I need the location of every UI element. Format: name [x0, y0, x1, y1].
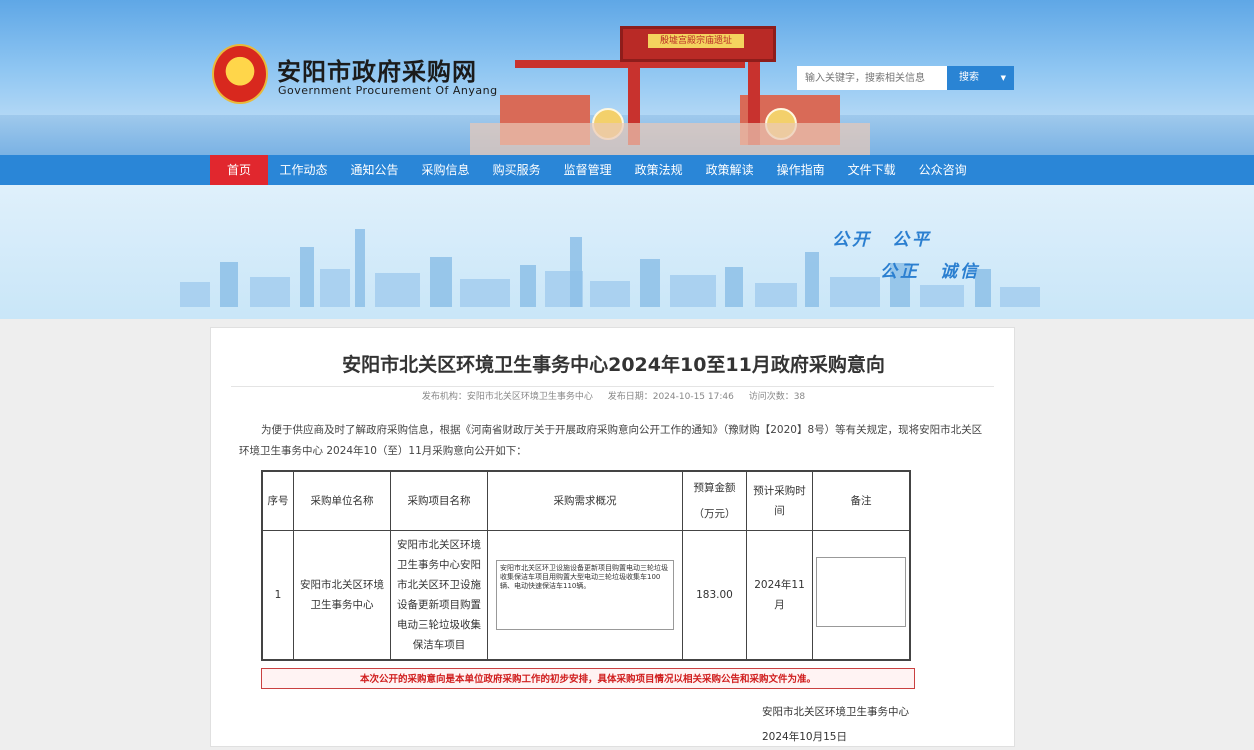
nav-item-policy-interpretation[interactable]: 政策解读 — [694, 155, 765, 185]
header-banner: 殷墟宫殿宗庙遗址 ★ 安阳市政府采购网 Government Procureme… — [0, 0, 1254, 155]
cell-unit-l1: 安阳市北关区环境 — [300, 579, 384, 591]
cell-unit: 安阳市北关区环境 卫生事务中心 — [293, 530, 391, 661]
table-row: 1 安阳市北关区环境 卫生事务中心 安阳市北关区环境 卫生事务中心安阳 市北关区… — [261, 530, 911, 661]
article-title: 安阳市北关区环境卫生事务中心2024年10至11月政府采购意向 — [342, 354, 885, 376]
national-emblem-icon: ★ — [212, 44, 268, 104]
col-header-budget: 预算金额 （万元） — [682, 470, 747, 531]
cell-project-l1: 安阳市北关区环境 — [397, 539, 481, 551]
nav-item-purchase-services[interactable]: 购买服务 — [481, 155, 552, 185]
meta-date: 发布日期：2024-10-15 17:46 — [607, 392, 734, 402]
col-header-budget-l2: （万元） — [693, 508, 736, 520]
banner-crowd — [470, 123, 870, 155]
summary-textarea[interactable]: 安阳市北关区环卫设施设备更新项目购置电动三轮垃圾收集保洁车项目用购置大型电动三轮… — [496, 560, 674, 630]
col-header-time-l1: 预计采购时 — [753, 485, 806, 497]
col-header-summary: 采购需求概况 — [487, 470, 683, 531]
slogan-open-fair: 公开 公平 — [832, 230, 932, 250]
meta-visits: 访问次数：38 — [748, 392, 806, 402]
nav-item-supervision[interactable]: 监督管理 — [552, 155, 623, 185]
nav-item-work-news[interactable]: 工作动态 — [268, 155, 339, 185]
article-panel: 安阳市北关区环境卫生事务中心2024年10至11月政府采购意向 发布机构：安阳市… — [210, 327, 1015, 747]
cell-summary: 安阳市北关区环卫设施设备更新项目购置电动三轮垃圾收集保洁车项目用购置大型电动三轮… — [487, 530, 683, 661]
remark-textarea[interactable] — [816, 556, 906, 627]
col-header-time-l2: 间 — [774, 505, 785, 517]
gate-sign: 殷墟宫殿宗庙遗址 — [648, 34, 744, 48]
site-title[interactable]: 安阳市政府采购网 — [277, 52, 477, 87]
signature-date: 2024年10月15日 — [762, 731, 847, 743]
cell-project-l4: 设备更新项目购置 — [397, 599, 481, 611]
main-nav: 首页 工作动态 通知公告 采购信息 购买服务 监督管理 政策法规 政策解读 操作… — [0, 155, 1254, 185]
search-input[interactable] — [797, 66, 947, 90]
nav-item-home[interactable]: 首页 — [210, 155, 269, 185]
procurement-intent-table: 序号 采购单位名称 采购项目名称 采购需求概况 预算金额 （万元） 预计采购时 … — [261, 470, 911, 661]
search-button-label: 搜索 — [959, 72, 979, 83]
cell-project-l6: 保洁车项目 — [412, 639, 466, 651]
col-header-time: 预计采购时 间 — [746, 470, 813, 531]
cell-seq: 1 — [261, 530, 294, 661]
signature-org: 安阳市北关区环境卫生事务中心 — [762, 706, 909, 718]
col-header-seq: 序号 — [261, 470, 294, 531]
nav-item-consultation[interactable]: 公众咨询 — [907, 155, 978, 185]
nav-item-guide[interactable]: 操作指南 — [765, 155, 836, 185]
nav-item-procurement-info[interactable]: 采购信息 — [410, 155, 481, 185]
signature-block: 安阳市北关区环境卫生事务中心 2024年10月15日 — [762, 700, 909, 750]
article-intro: 为便于供应商及时了解政府采购信息，根据《河南省财政厅关于开展政府采购意向公开工作… — [239, 424, 983, 457]
skyline-banner: 公开 公平 公正 诚信 — [0, 185, 1254, 319]
search-button[interactable]: 搜索 ▼ — [947, 66, 1014, 90]
cell-time: 2024年11月 — [746, 530, 813, 661]
cell-project-l3: 市北关区环卫设施 — [397, 579, 481, 591]
col-header-remark: 备注 — [812, 470, 911, 531]
cell-unit-l2: 卫生事务中心 — [310, 599, 374, 611]
col-header-project: 采购项目名称 — [390, 470, 488, 531]
meta-publisher: 发布机构：安阳市北关区环境卫生事务中心 — [421, 392, 593, 402]
nav-item-policies[interactable]: 政策法规 — [623, 155, 694, 185]
col-header-budget-l1: 预算金额 — [693, 482, 736, 494]
site-subtitle: Government Procurement Of Anyang — [278, 84, 498, 97]
article-meta: 发布机构：安阳市北关区环境卫生事务中心 发布日期：2024-10-15 17:4… — [211, 389, 1016, 402]
cell-budget: 183.00 — [682, 530, 747, 661]
cell-project: 安阳市北关区环境 卫生事务中心安阳 市北关区环卫设施 设备更新项目购置 电动三轮… — [390, 530, 488, 661]
disclaimer-notice: 本次公开的采购意向是本单位政府采购工作的初步安排，具体采购项目情况以相关采购公告… — [261, 668, 915, 689]
slogan-just-honest: 公正 诚信 — [880, 262, 980, 282]
col-header-unit: 采购单位名称 — [293, 470, 391, 531]
nav-item-notices[interactable]: 通知公告 — [339, 155, 410, 185]
cell-remark — [812, 530, 911, 661]
title-divider — [231, 386, 994, 387]
caret-down-icon[interactable]: ▼ — [1001, 66, 1006, 90]
cell-project-l2: 卫生事务中心安阳 — [397, 559, 481, 571]
nav-item-downloads[interactable]: 文件下载 — [836, 155, 907, 185]
cell-project-l5: 电动三轮垃圾收集 — [397, 619, 481, 631]
